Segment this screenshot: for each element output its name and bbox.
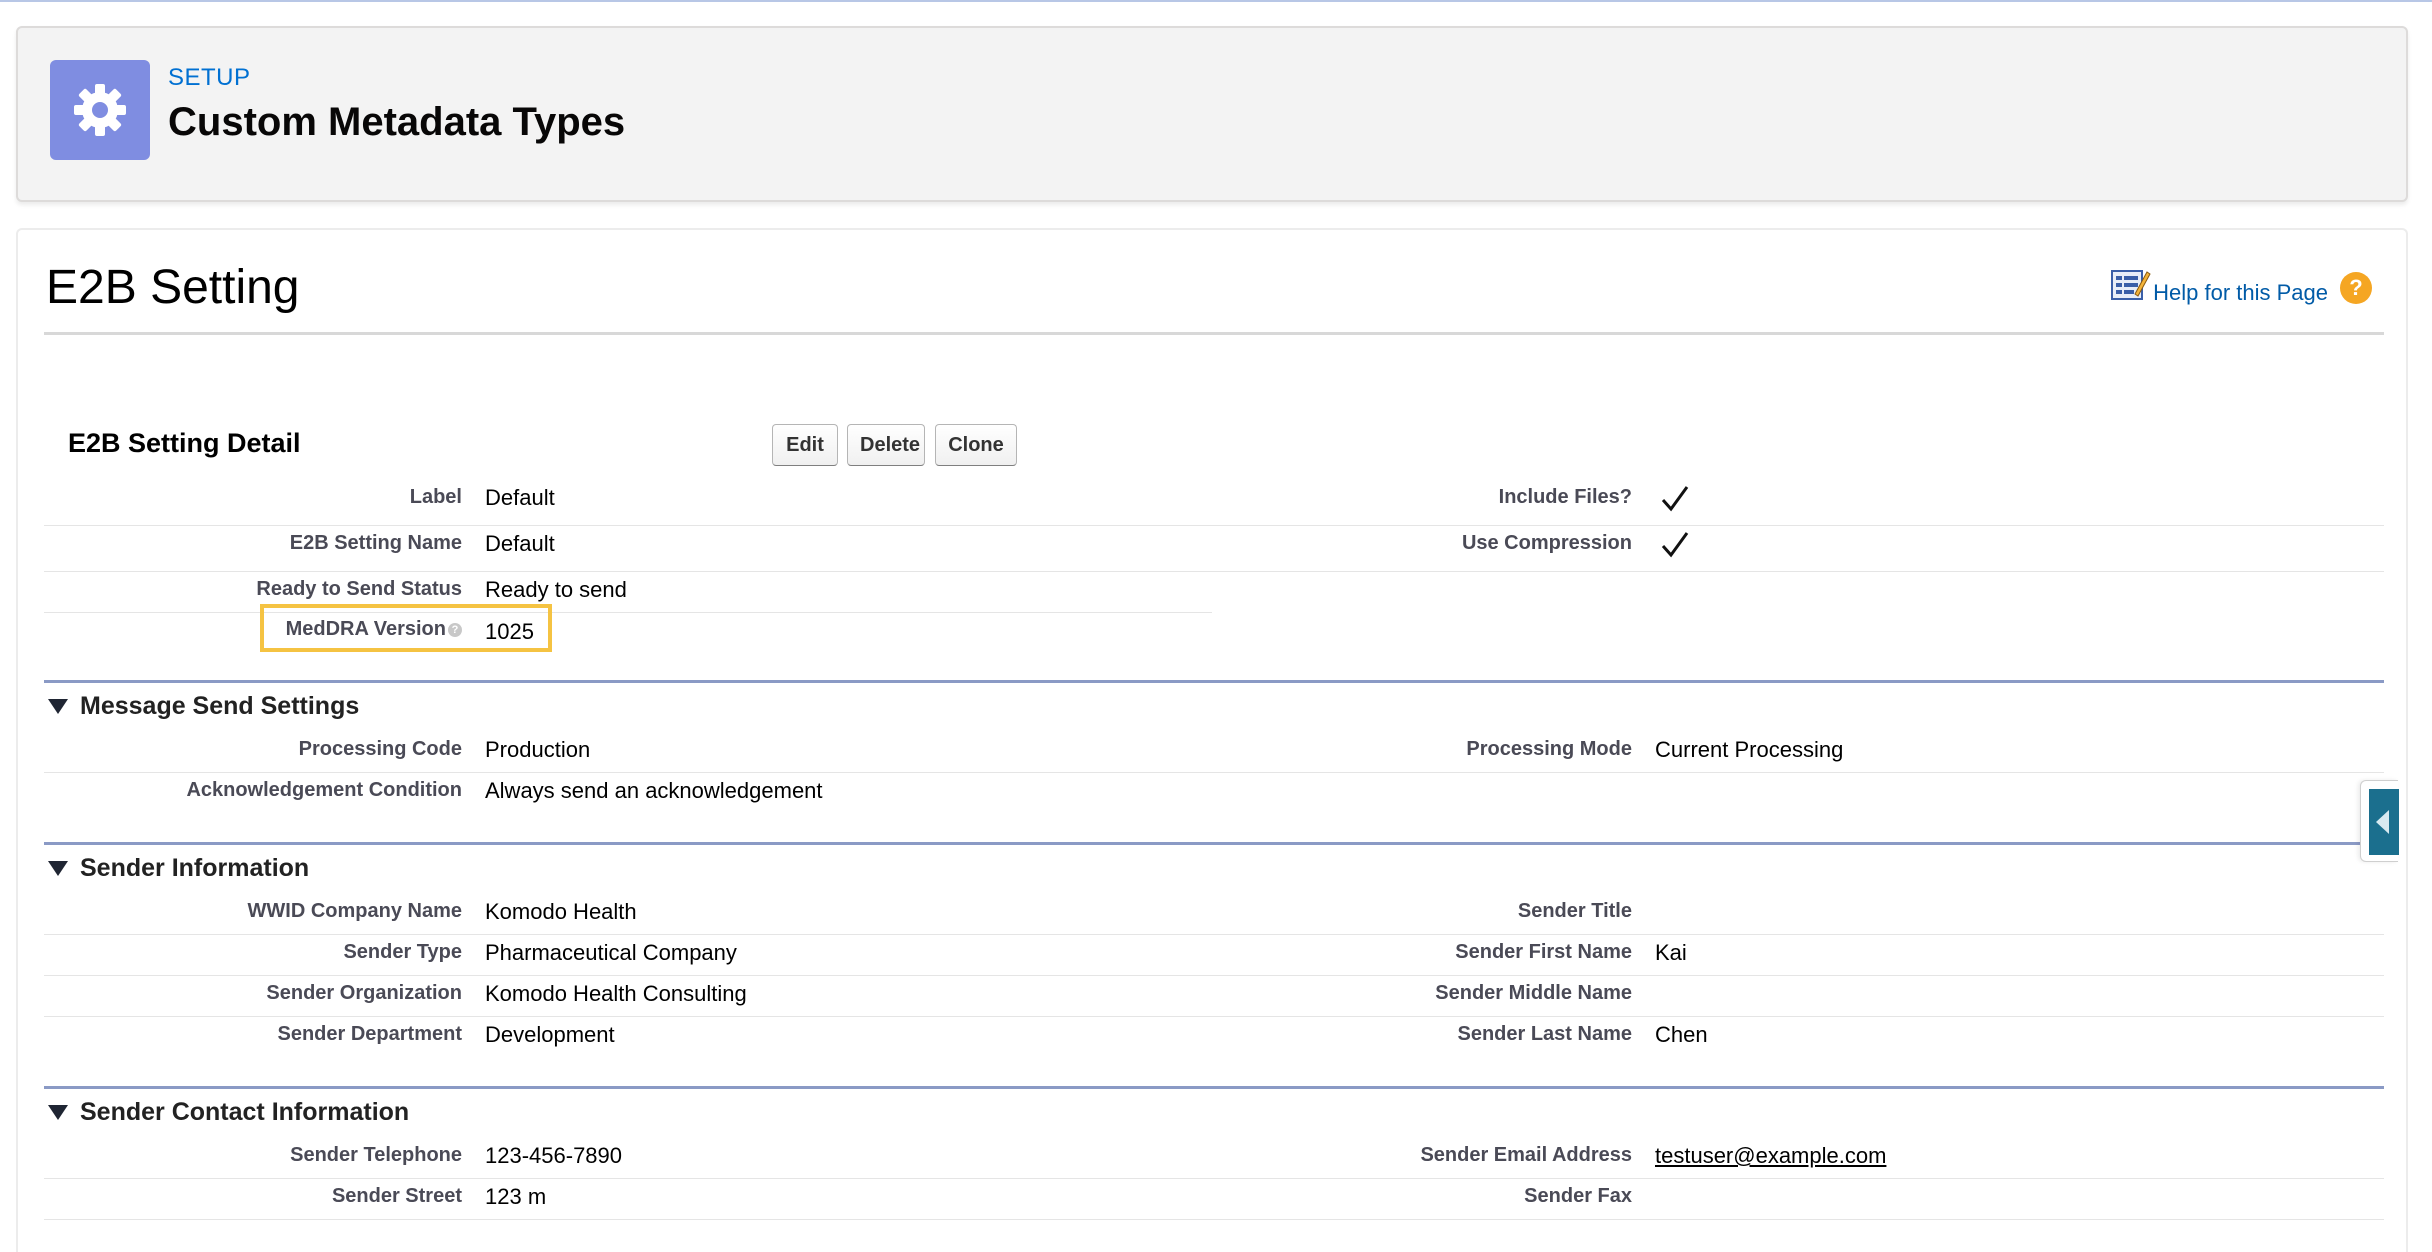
- field-label: Processing Mode: [1466, 738, 1632, 760]
- row-divider: [44, 1219, 2384, 1220]
- side-panel-toggle[interactable]: [2360, 780, 2399, 862]
- field-label: Processing Code: [298, 738, 462, 760]
- field-label: Sender Department: [277, 1023, 463, 1045]
- collapse-triangle-icon[interactable]: [48, 861, 68, 876]
- field-label: Sender Organization: [266, 982, 462, 1004]
- row-divider: [44, 571, 2384, 572]
- field-label: Sender Street: [331, 1185, 462, 1207]
- field-value: Kai: [1655, 940, 1687, 965]
- row-divider: [44, 525, 2384, 526]
- section-divider: [44, 1086, 2384, 1089]
- field-label: Sender Type: [343, 941, 462, 963]
- delete-button[interactable]: Delete: [847, 424, 925, 466]
- checkmark-icon: [1661, 486, 1689, 512]
- row-divider: [44, 975, 2384, 976]
- chevron-left-icon[interactable]: [2369, 789, 2399, 855]
- row-divider: [44, 934, 2384, 935]
- field-value: Ready to send: [485, 577, 627, 602]
- field-value: Pharmaceutical Company: [485, 940, 737, 965]
- field-label: E2B Setting Name: [289, 532, 462, 554]
- page-title: E2B Setting: [46, 261, 300, 314]
- row-divider: [44, 1016, 2384, 1017]
- field-value: Development: [485, 1022, 615, 1047]
- field-value: Komodo Health: [485, 899, 637, 924]
- field-value: Default: [485, 531, 555, 556]
- setup-kicker: SETUP: [168, 64, 251, 91]
- checkmark-icon: [1661, 532, 1689, 558]
- field-value: testuser@example.com: [1655, 1143, 1886, 1169]
- section-header-sender-contact[interactable]: Sender Contact Information: [48, 1098, 409, 1127]
- field-label: Acknowledgement Condition: [186, 779, 462, 801]
- row-divider: [44, 612, 1212, 613]
- setup-title: Custom Metadata Types: [168, 100, 626, 144]
- field-value: 123 m: [485, 1184, 547, 1209]
- title-divider: [44, 332, 2384, 335]
- field-label: Label: [409, 486, 462, 508]
- field-value: Current Processing: [1655, 737, 1844, 762]
- question-icon[interactable]: ?: [2340, 272, 2372, 304]
- field-value: 123-456-7890: [485, 1143, 623, 1168]
- field-label: Sender Fax: [1524, 1185, 1632, 1207]
- collapse-triangle-icon[interactable]: [48, 1105, 68, 1120]
- section-header-sender-info[interactable]: Sender Information: [48, 854, 309, 883]
- setup-header: SETUP Custom Metadata Types: [16, 26, 2408, 202]
- field-label: Sender Last Name: [1457, 1023, 1632, 1045]
- row-divider: [44, 1178, 2384, 1179]
- field-value: Production: [485, 737, 591, 762]
- main-panel: E2B Setting Help for this Page ? E2B Set…: [16, 228, 2408, 1252]
- field-label: Use Compression: [1461, 532, 1632, 554]
- detail-title: E2B Setting Detail: [68, 428, 301, 458]
- section-title: Sender Information: [80, 854, 310, 882]
- field-label: Include Files?: [1498, 486, 1632, 508]
- gear-icon: [50, 60, 150, 160]
- section-title: Sender Contact Information: [80, 1098, 410, 1126]
- section-header-message-send[interactable]: Message Send Settings: [48, 692, 359, 721]
- field-label: Sender Middle Name: [1435, 982, 1632, 1004]
- collapse-triangle-icon[interactable]: [48, 699, 68, 714]
- help-area: Help for this Page ?: [2111, 266, 2372, 306]
- field-value: Default: [485, 485, 555, 510]
- field-value: Always send an acknowledgement: [485, 778, 823, 803]
- edit-button[interactable]: Edit: [772, 424, 838, 466]
- section-title: Message Send Settings: [80, 692, 360, 720]
- help-link[interactable]: Help for this Page: [2153, 280, 2328, 306]
- highlight-box: [260, 604, 552, 652]
- section-divider: [44, 680, 2384, 683]
- field-label: WWID Company Name: [247, 900, 462, 922]
- email-link[interactable]: testuser@example.com: [1655, 1143, 1886, 1168]
- field-label: Sender First Name: [1455, 941, 1632, 963]
- top-border: [0, 0, 2432, 2]
- row-divider: [44, 772, 2384, 773]
- field-value: Chen: [1655, 1022, 1708, 1047]
- clone-button[interactable]: Clone: [935, 424, 1017, 466]
- help-doc-icon: [2111, 270, 2151, 300]
- field-label: Sender Email Address: [1420, 1144, 1632, 1166]
- field-value: Komodo Health Consulting: [485, 981, 747, 1006]
- field-label: Sender Telephone: [290, 1144, 462, 1166]
- field-label: Ready to Send Status: [256, 578, 462, 600]
- field-label: Sender Title: [1517, 900, 1632, 922]
- section-divider: [44, 842, 2384, 845]
